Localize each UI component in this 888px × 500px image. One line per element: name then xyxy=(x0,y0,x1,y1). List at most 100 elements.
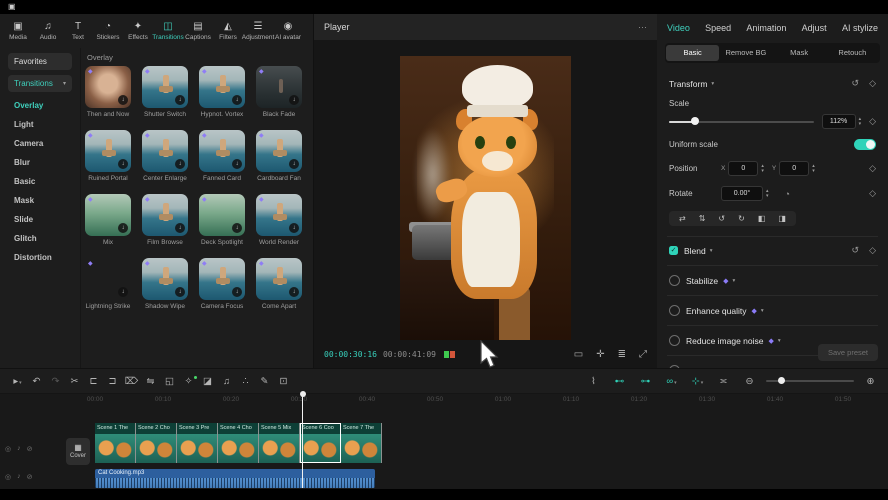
toolbar-item-media[interactable]: ▣Media xyxy=(3,21,33,41)
transition-tile-lightning-strike[interactable]: ◆↓Lightning Strike xyxy=(85,258,131,322)
hide-track-icon[interactable]: ◎ xyxy=(5,473,11,481)
quality-icon[interactable]: ≣ xyxy=(618,349,626,360)
chevron-down-icon[interactable]: ▾ xyxy=(761,308,764,314)
transition-tile-world-render[interactable]: ◆↓World Render xyxy=(256,194,302,258)
stabilize-checkbox[interactable] xyxy=(669,275,680,286)
blend-reset-icon[interactable]: ↺ xyxy=(852,245,860,256)
beat-marker-icon[interactable]: ∴ xyxy=(236,376,255,387)
download-icon[interactable]: ↓ xyxy=(232,159,242,169)
timeline-zoom-slider[interactable] xyxy=(766,380,854,382)
toolbar-item-effects[interactable]: ✦Effects xyxy=(123,21,153,41)
transition-tile-center-enlarge[interactable]: ◆↓Center Enlarge xyxy=(142,130,188,194)
select-tool-icon[interactable]: ▸▾ xyxy=(8,376,27,387)
reset-icon[interactable]: ↺ xyxy=(852,78,860,89)
sidebar-item-mask[interactable]: Mask xyxy=(0,191,80,210)
zoom-in-icon[interactable]: ⊕ xyxy=(861,376,880,387)
rotate-left-icon[interactable]: ↺ xyxy=(718,214,725,223)
download-icon[interactable]: ↓ xyxy=(118,95,128,105)
toolbar-item-text[interactable]: TText xyxy=(63,21,93,41)
sidebar-group-transitions[interactable]: Transitions ▾ xyxy=(8,75,72,92)
scale-keyframe-icon[interactable]: ◇ xyxy=(869,116,876,127)
flip-horizontal-icon[interactable]: ⇄ xyxy=(679,214,686,223)
download-icon[interactable]: ↓ xyxy=(118,287,128,297)
align-left-icon[interactable]: ◧ xyxy=(758,214,766,223)
mute-track-icon[interactable]: ♪ xyxy=(17,473,21,481)
rotate-right-icon[interactable]: ↻ xyxy=(738,214,745,223)
playhead-handle[interactable] xyxy=(300,391,306,397)
redo-icon[interactable]: ↷ xyxy=(46,376,65,387)
download-icon[interactable]: ↓ xyxy=(175,95,185,105)
transition-tile-then-and-now[interactable]: ◆↓Then and Now xyxy=(85,66,131,130)
audio-clip[interactable]: Cat Cooking.mp3 xyxy=(95,469,375,488)
position-y-stepper[interactable]: ▴▾ xyxy=(812,164,815,173)
auto-snap-icon[interactable]: ⊶ xyxy=(636,376,655,387)
toolbar-item-stickers[interactable]: ◔Stickers xyxy=(93,21,123,41)
linkage-icon[interactable]: ∞▾ xyxy=(662,376,681,387)
chevron-down-icon[interactable]: ▾ xyxy=(778,338,781,344)
delete-right-icon[interactable]: ⊐ xyxy=(103,376,122,387)
sidebar-item-blur[interactable]: Blur xyxy=(0,153,80,172)
download-icon[interactable]: ↓ xyxy=(289,159,299,169)
toolbar-item-captions[interactable]: ▤Captions xyxy=(183,21,213,41)
transition-tile-black-fade[interactable]: ◆↓Black Fade xyxy=(256,66,302,130)
sidebar-item-slide[interactable]: Slide xyxy=(0,210,80,229)
clip-scene-3-pre[interactable]: Scene 3 Pre xyxy=(177,423,218,463)
fullscreen-icon[interactable]: ⤢ xyxy=(639,349,647,360)
position-keyframe-icon[interactable]: ◇ xyxy=(869,163,876,174)
cover-button[interactable]: ▦ Cover xyxy=(66,438,90,465)
player-options-icon[interactable]: ⋯ xyxy=(638,22,647,33)
download-icon[interactable]: ↓ xyxy=(232,95,242,105)
mirror-icon[interactable]: ⇋ xyxy=(141,376,160,387)
clip-scene-5-mix[interactable]: Scene 5 Mix xyxy=(259,423,300,463)
chevron-down-icon[interactable]: ▾ xyxy=(711,81,714,87)
download-icon[interactable]: ↓ xyxy=(232,287,242,297)
sidebar-item-basic[interactable]: Basic xyxy=(0,172,80,191)
transition-tile-film-browse[interactable]: ◆↓Film Browse xyxy=(142,194,188,258)
download-icon[interactable]: ↓ xyxy=(232,223,242,233)
lock-track-icon[interactable]: ⊘ xyxy=(27,473,33,481)
split-icon[interactable]: ✂ xyxy=(65,376,84,387)
save-preset-button[interactable]: Save preset xyxy=(818,344,878,361)
toolbar-item-transitions[interactable]: ◫Transitions xyxy=(153,21,183,41)
transition-tile-cardboard-fan[interactable]: ◆↓Cardboard Fan xyxy=(256,130,302,194)
toolbar-item-filters[interactable]: ◭Filters xyxy=(213,21,243,41)
blend-keyframe-icon[interactable]: ◇ xyxy=(869,245,876,256)
sidebar-item-light[interactable]: Light xyxy=(0,115,80,134)
track-height-icon[interactable]: ≍ xyxy=(714,376,733,387)
reduce-image-noise-checkbox[interactable] xyxy=(669,335,680,346)
clip-scene-2-cho[interactable]: Scene 2 Cho xyxy=(136,423,177,463)
clip-scene-4-cho[interactable]: Scene 4 Cho xyxy=(218,423,259,463)
flip-vertical-icon[interactable]: ⇅ xyxy=(699,214,706,223)
timeline-ruler[interactable]: 00:0000:1000:2000:3000:4000:5001:0001:10… xyxy=(0,393,888,407)
rotate-keyframe-icon[interactable]: ◇ xyxy=(869,188,876,199)
scale-stepper[interactable]: ▴▾ xyxy=(859,117,862,126)
tab-adjust[interactable]: Adjust xyxy=(802,23,827,33)
undo-icon[interactable]: ↶ xyxy=(27,376,46,387)
download-icon[interactable]: ↓ xyxy=(175,287,185,297)
delete-icon[interactable]: ⌦ xyxy=(122,376,141,387)
zoom-out-icon[interactable]: ⊖ xyxy=(740,376,759,387)
tab-speed[interactable]: Speed xyxy=(705,23,731,33)
subtab-remove-bg[interactable]: Remove BG xyxy=(719,45,772,61)
pen-tool-icon[interactable]: ✎ xyxy=(255,376,274,387)
audio-tool-icon[interactable]: ♫ xyxy=(217,376,236,387)
rotate-stepper[interactable]: ▴▾ xyxy=(766,189,769,198)
snapshot-icon[interactable]: ✛ xyxy=(596,349,604,360)
download-icon[interactable]: ↓ xyxy=(175,223,185,233)
keyframe-icon[interactable]: ◇ xyxy=(869,78,876,89)
blend-checkbox[interactable]: ✓ xyxy=(669,246,678,255)
mask-icon[interactable]: ◪ xyxy=(198,376,217,387)
position-y-input[interactable]: 0 xyxy=(779,161,809,176)
sidebar-item-favorites[interactable]: Favorites xyxy=(8,53,72,70)
mic-icon[interactable]: ⌇ xyxy=(584,376,603,387)
transition-tile-camera-focus[interactable]: ◆↓Camera Focus xyxy=(199,258,245,322)
main-track-magnet-icon[interactable]: ⊷ xyxy=(610,376,629,387)
scale-slider[interactable] xyxy=(669,121,814,123)
transition-tile-fanned-card[interactable]: ◆↓Fanned Card xyxy=(199,130,245,194)
subtab-basic[interactable]: Basic xyxy=(666,45,719,61)
download-icon[interactable]: ↓ xyxy=(175,159,185,169)
toolbar-item-adjustment[interactable]: ☰Adjustment xyxy=(243,21,273,41)
ai-cutout-icon[interactable]: ✧ xyxy=(179,376,198,387)
transition-tile-shutter-switch[interactable]: ◆↓Shutter Switch xyxy=(142,66,188,130)
clip-scene-1-the[interactable]: Scene 1 The xyxy=(95,423,136,463)
